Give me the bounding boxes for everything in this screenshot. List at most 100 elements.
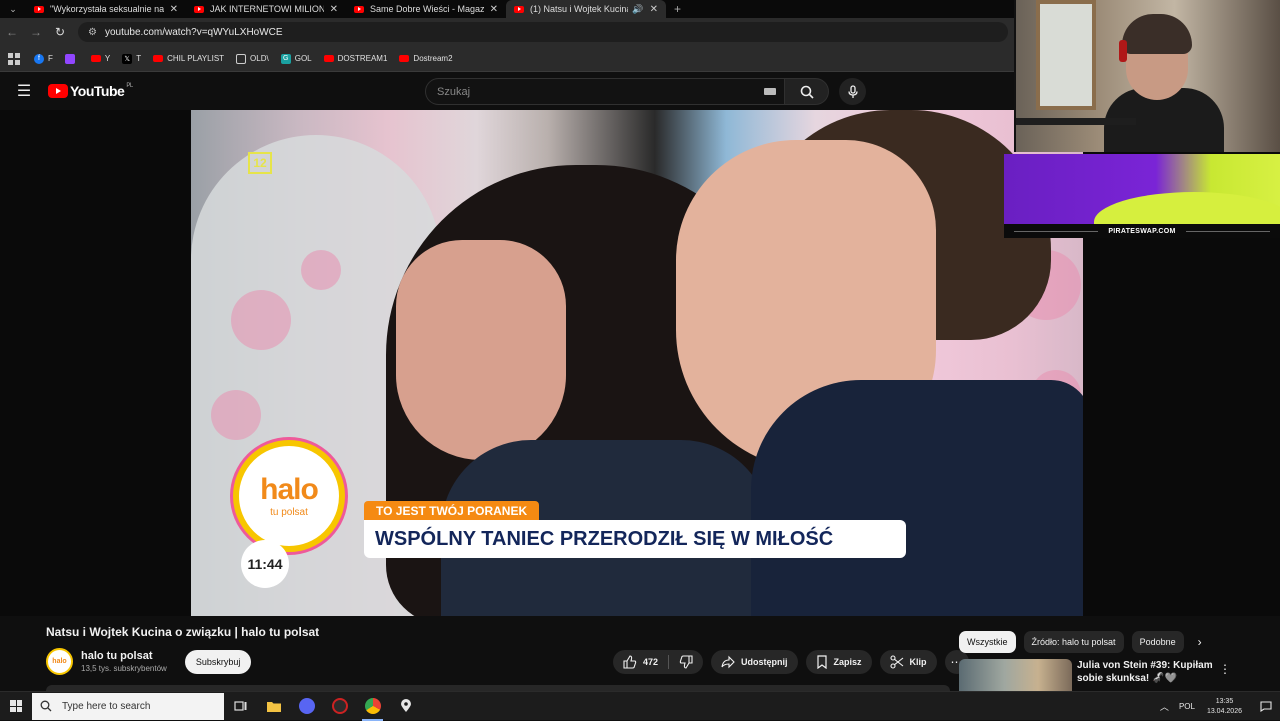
recording-app-icon[interactable] — [323, 692, 356, 721]
bookmark-chil-playlist[interactable]: CHIL PLAYLIST — [153, 54, 224, 63]
tab-title: Same Dobre Wieści - Magazyn — [370, 4, 484, 14]
bookmark-dostream2[interactable]: Dostream2 — [399, 54, 453, 63]
microphone-arm — [1016, 118, 1136, 125]
dislike-button[interactable] — [679, 655, 693, 669]
share-button[interactable]: Udostępnij — [711, 650, 798, 674]
youtube-logo[interactable]: YouTube PL — [48, 83, 133, 99]
scissors-icon — [889, 655, 903, 669]
taskbar-clock[interactable]: 13:35 13.04.2026 — [1207, 697, 1242, 717]
new-tab-icon[interactable]: + — [674, 2, 681, 16]
video-title: Natsu i Wojtek Kucina o związku | halo t… — [46, 625, 320, 639]
maps-pin-icon[interactable] — [389, 692, 422, 721]
chrome-glyph — [364, 698, 381, 714]
chip-all[interactable]: Wszystkie — [959, 631, 1016, 653]
youtube-logo-text: YouTube — [70, 83, 125, 99]
reload-icon[interactable]: ↻ — [48, 25, 72, 39]
man-jacket — [751, 380, 1083, 616]
forward-arrow-icon[interactable]: → — [24, 25, 48, 39]
halo-logo-main: halo — [260, 472, 319, 506]
twitch-icon — [64, 53, 75, 64]
save-label: Zapisz — [833, 657, 862, 667]
tab-search-chevron-icon[interactable]: ⌄ — [0, 0, 26, 18]
channel-row: halo halo tu polsat 13,5 tys. subskryben… — [46, 648, 252, 675]
channel-name[interactable]: halo tu polsat — [81, 650, 167, 662]
recommended-thumbnail[interactable] — [959, 659, 1072, 691]
region-code: PL — [126, 83, 133, 89]
search-button[interactable] — [785, 78, 829, 105]
discord-icon[interactable] — [290, 692, 323, 721]
taskbar-search-input[interactable]: Type here to search — [32, 692, 224, 720]
youtube-icon — [399, 55, 410, 62]
site-info-icon[interactable]: ⚙ — [88, 27, 97, 38]
tab-title: "Wykorzystała seksualnie nasze — [50, 4, 164, 14]
like-separator — [668, 655, 670, 669]
bookmark-label: CHIL PLAYLIST — [167, 54, 225, 63]
discord-glyph — [298, 698, 315, 714]
bookmark-t[interactable]: 𝕏T — [122, 53, 141, 64]
task-view-icon[interactable] — [224, 692, 257, 721]
file-explorer-icon[interactable] — [257, 692, 290, 721]
blossom-decoration — [211, 390, 261, 440]
tab-3[interactable]: Same Dobre Wieści - Magazyn ✕ — [346, 0, 506, 18]
chrome-icon[interactable] — [356, 692, 389, 721]
start-button[interactable] — [0, 692, 32, 721]
subscribe-button[interactable]: Subskrybuj — [184, 649, 252, 674]
recommended-title[interactable]: Julia von Stein #39: Kupiłam sobie skunk… — [1077, 659, 1217, 691]
like-dislike-group: 472 — [613, 650, 704, 674]
url-input[interactable]: ⚙ youtube.com/watch?v=qWYuLXHoWCE — [78, 22, 1008, 42]
recording-glyph — [331, 698, 348, 714]
search-icon — [40, 700, 52, 712]
x-icon: 𝕏 — [122, 53, 133, 64]
bookmark-twitch[interactable] — [64, 53, 79, 64]
folder-icon — [236, 53, 247, 64]
apps-grid-icon[interactable] — [8, 52, 20, 65]
bookmark-y[interactable]: Y — [90, 54, 110, 63]
halo-tu-polsat-logo: halo tu polsat — [233, 440, 345, 552]
chip-related[interactable]: Podobne — [1131, 631, 1184, 653]
save-button[interactable]: Zapisz — [805, 650, 872, 674]
tab-close-icon[interactable]: ✕ — [650, 4, 658, 15]
subscriber-count: 13,5 tys. subskrybentów — [81, 664, 167, 673]
keyboard-icon[interactable] — [764, 88, 776, 95]
tab-close-icon[interactable]: ✕ — [330, 4, 338, 15]
bookmark-f[interactable]: fF — [34, 53, 53, 64]
tab-2[interactable]: JAK INTERNETOWI MILIONERZY ✕ — [186, 0, 346, 18]
recommended-more-icon[interactable]: ⋮ — [1219, 662, 1231, 676]
tab-close-icon[interactable]: ✕ — [170, 4, 178, 15]
related-filter-chips: Wszystkie Źródło: halo tu polsat Podobne… — [959, 631, 1202, 653]
recommended-video[interactable]: Julia von Stein #39: Kupiłam sobie skunk… — [959, 659, 1217, 691]
clock-date: 13.04.2026 — [1206, 707, 1242, 715]
like-count: 472 — [643, 657, 659, 667]
youtube-favicon-icon — [354, 5, 364, 13]
on-air-clock: 11:44 — [241, 540, 289, 588]
hamburger-menu-icon[interactable]: ☰ — [0, 81, 48, 101]
video-frame[interactable]: 12 halo tu polsat 11:44 TO JEST TWÓJ POR… — [191, 110, 1083, 616]
tab-title: (1) Natsu i Wojtek Kucina o — [530, 4, 629, 14]
notification-icon[interactable] — [1252, 701, 1280, 712]
channel-avatar[interactable]: halo — [46, 648, 73, 675]
chevron-right-icon[interactable]: › — [1198, 635, 1202, 649]
youtube-header: ☰ YouTube PL Szukaj — [0, 72, 1014, 110]
back-arrow-icon[interactable]: ← — [0, 25, 24, 39]
like-button[interactable]: 472 — [623, 655, 658, 669]
tab-close-icon[interactable]: ✕ — [490, 4, 498, 15]
search-input[interactable]: Szukaj — [425, 78, 785, 105]
tray-chevron-up-icon[interactable]: ︿ — [1160, 700, 1169, 713]
lower-third-tag: TO JEST TWÓJ PORANEK — [364, 501, 540, 520]
bookmark-label: F — [48, 54, 53, 63]
bookmark-gol[interactable]: G GOL — [280, 53, 312, 64]
voice-search-button[interactable] — [839, 78, 866, 105]
tab-1[interactable]: "Wykorzystała seksualnie nasze ✕ — [26, 0, 186, 18]
notification-glyph — [1260, 701, 1272, 712]
tab-4-active[interactable]: (1) Natsu i Wojtek Kucina o 🔊 ✕ — [506, 0, 666, 18]
youtube-favicon-icon — [34, 5, 44, 13]
speaker-icon[interactable]: 🔊 — [632, 4, 643, 15]
bookmark-old[interactable]: OLD\ — [236, 53, 269, 64]
share-label: Udostępnij — [741, 657, 788, 667]
bookmark-dostream1[interactable]: DOSTREAM1 — [323, 54, 387, 63]
language-indicator[interactable]: POL — [1179, 702, 1195, 711]
chip-source[interactable]: Źródło: halo tu polsat — [1023, 631, 1124, 653]
halo-logo-sub: tu polsat — [270, 506, 308, 518]
clip-button[interactable]: Klip — [879, 650, 937, 674]
bookmarks-bar: fF Y 𝕏T CHIL PLAYLIST OLD\ G GOL DOSTREAM… — [0, 46, 1014, 72]
